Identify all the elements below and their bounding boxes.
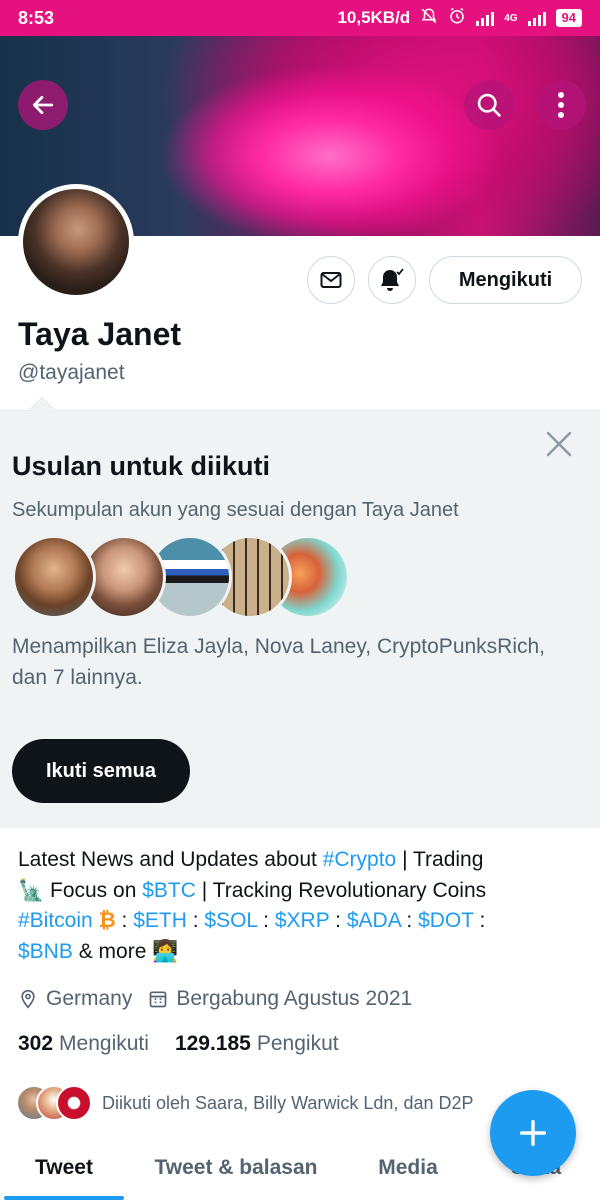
follower-avatar — [56, 1085, 92, 1121]
tab-media[interactable]: Media — [344, 1140, 472, 1200]
suggestions-description: Menampilkan Eliza Jayla, Nova Laney, Cry… — [12, 635, 546, 689]
cashtag-link[interactable]: $BNB — [18, 940, 73, 963]
bio-text: | Trading — [396, 848, 484, 871]
cashtag-link[interactable]: $ETH — [133, 909, 187, 932]
bio-text: Focus on — [44, 878, 143, 902]
bio-text: : — [473, 909, 486, 932]
suggestions-title: Usulan untuk diikuti — [12, 451, 271, 481]
bio-text: : — [186, 909, 205, 932]
followers-label: Pengikut — [256, 1032, 339, 1055]
network-speed: 10,5KB/d — [337, 8, 411, 27]
mute-icon — [420, 7, 438, 30]
cashtag-link[interactable]: $XRP — [275, 909, 329, 932]
following-stat[interactable]: 302 Mengikuti — [18, 1032, 149, 1056]
suggested-avatars[interactable] — [12, 535, 352, 619]
followers-count: 129.185 — [174, 1032, 251, 1055]
location-item: Germany — [18, 987, 132, 1011]
cashtag-link[interactable]: $ADA — [347, 909, 401, 932]
panel-pointer — [27, 396, 57, 426]
hashtag-link[interactable]: #Bitcoin — [18, 909, 93, 932]
search-button[interactable] — [464, 80, 514, 130]
message-button[interactable] — [307, 256, 355, 304]
profile-bio: Latest News and Updates about #Crypto | … — [18, 845, 578, 967]
alarm-icon — [448, 7, 466, 30]
more-options-button[interactable] — [536, 80, 586, 130]
laptop-emoji: 👩‍💻 — [152, 939, 179, 963]
tab-tweet-replies[interactable]: Tweet & balasan — [128, 1140, 344, 1200]
bio-text: : — [257, 909, 275, 932]
dismiss-suggestions-button[interactable] — [544, 429, 574, 459]
profile-avatar[interactable] — [18, 184, 134, 300]
hashtag-link[interactable]: #Crypto — [323, 848, 397, 871]
close-icon — [546, 431, 572, 457]
following-button[interactable]: Mengikuti — [429, 256, 582, 304]
tab-tweet[interactable]: Tweet — [0, 1140, 128, 1200]
status-bar: 8:53 10,5KB/d 4G 94 — [0, 0, 600, 36]
follow-stats: 302 Mengikuti 129.185 Pengikut — [18, 1032, 339, 1056]
plus-icon — [519, 1119, 547, 1147]
bio-text: | Tracking Revolutionary Coins — [195, 878, 487, 902]
battery-indicator: 94 — [555, 9, 582, 27]
bio-text: & more — [72, 939, 153, 963]
follow-suggestions-panel: Usulan untuk diikuti Sekumpulan akun yan… — [0, 396, 600, 828]
back-button[interactable] — [18, 80, 68, 130]
network-type: 4G — [504, 12, 518, 24]
followed-by-text: Diikuti oleh Saara, Billy Warwick Ldn, d… — [102, 1092, 474, 1113]
cashtag-link[interactable]: $BTC — [142, 879, 196, 902]
bio-text: Latest News and Updates about — [18, 848, 323, 871]
more-vertical-icon — [558, 92, 564, 118]
avatar-image — [23, 189, 129, 295]
signal-icon — [476, 10, 495, 26]
cashtag-link[interactable]: $SOL — [204, 909, 257, 932]
joined-item: Bergabung Agustus 2021 — [148, 987, 412, 1011]
arrow-left-icon — [32, 96, 54, 114]
bell-check-icon — [381, 268, 404, 291]
follow-all-button[interactable]: Ikuti semua — [12, 739, 190, 803]
location-pin-icon — [21, 989, 35, 1009]
bio-text: : — [400, 909, 419, 932]
cashtag-link[interactable]: $DOT — [418, 909, 474, 932]
mail-icon — [320, 272, 342, 288]
compose-tweet-button[interactable] — [490, 1090, 576, 1176]
joined-text: Bergabung Agustus 2021 — [176, 987, 413, 1010]
bio-text: : — [115, 909, 134, 932]
signal-icon-2 — [527, 10, 546, 26]
following-label: Mengikuti — [59, 1032, 149, 1055]
search-icon — [477, 93, 501, 117]
suggested-avatar[interactable] — [12, 535, 96, 619]
following-count: 302 — [18, 1032, 54, 1055]
profile-name: Taya Janet — [18, 316, 182, 352]
calendar-icon — [150, 991, 167, 1008]
bitcoin-emoji: ₿ — [98, 909, 116, 932]
notification-button[interactable] — [368, 256, 416, 304]
statue-of-liberty-emoji: 🗽 — [18, 878, 45, 902]
profile-handle: @tayajanet — [18, 361, 125, 384]
status-time: 8:53 — [18, 7, 55, 28]
followed-by-row[interactable]: Diikuti oleh Saara, Billy Warwick Ldn, d… — [16, 1085, 474, 1121]
bio-text: : — [329, 909, 347, 932]
suggestions-subtitle: Sekumpulan akun yang sesuai dengan Taya … — [12, 499, 459, 521]
profile-meta: Germany Bergabung Agustus 2021 — [18, 985, 428, 1013]
followers-stat[interactable]: 129.185 Pengikut — [175, 1032, 339, 1056]
location-text: Germany — [46, 987, 133, 1010]
